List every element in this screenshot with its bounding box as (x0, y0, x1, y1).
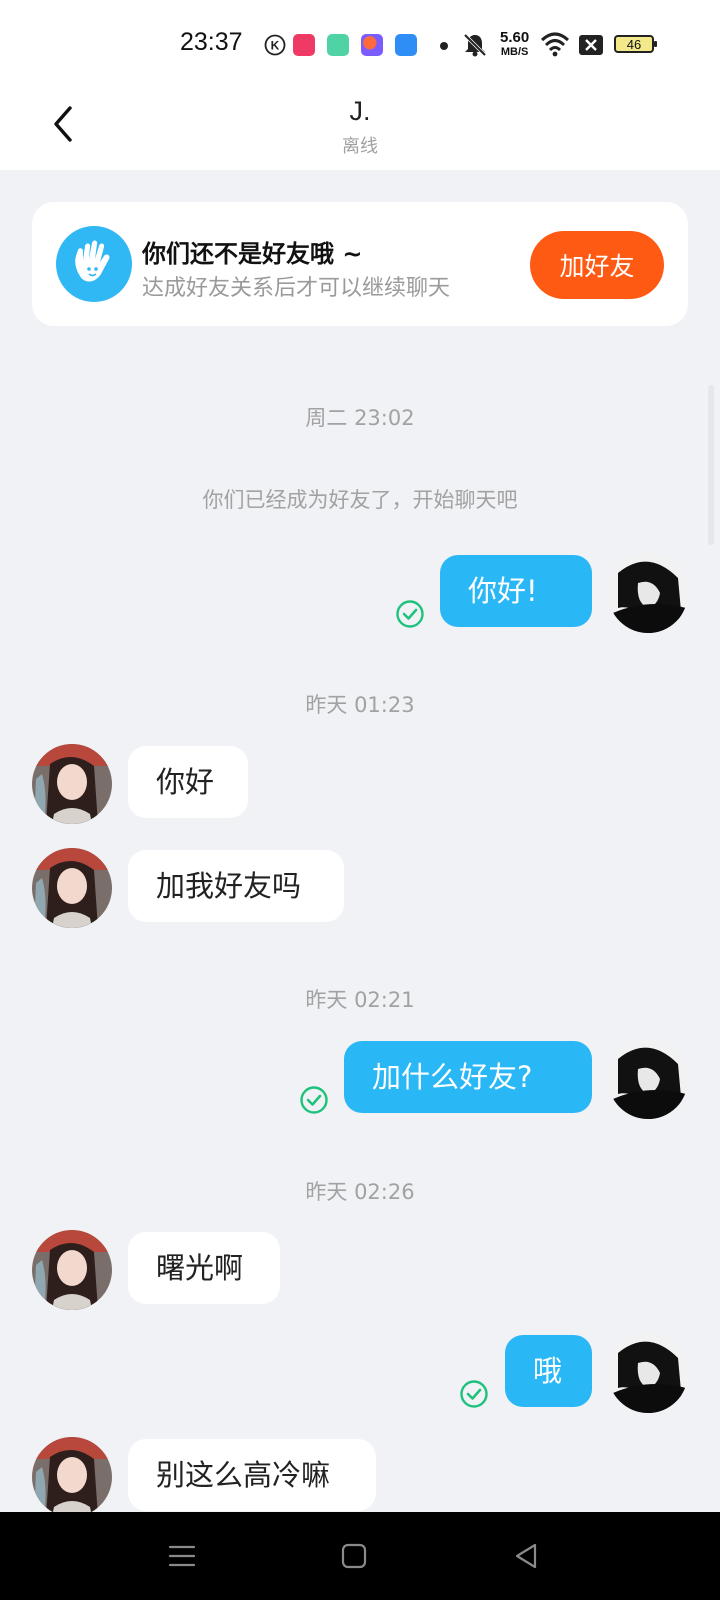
mute-bell-icon (463, 33, 487, 57)
waving-hand-icon (56, 226, 132, 302)
back-triangle-icon[interactable] (510, 1540, 542, 1572)
contact-avatar[interactable] (32, 1230, 112, 1310)
network-speed-unit: MB/S (500, 46, 529, 58)
no-sim-icon (579, 35, 603, 55)
files-app-icon (395, 34, 417, 56)
time-divider: 昨天 02:26 (305, 1180, 415, 1204)
message-bubble-sent[interactable]: 哦 (505, 1335, 592, 1407)
wifi-icon (540, 32, 570, 57)
message-bubble-received[interactable]: 曙光啊 (128, 1232, 280, 1304)
battery-indicator: 46 (614, 35, 657, 53)
message-bubble-sent[interactable]: 加什么好友? (344, 1041, 592, 1113)
read-check-icon (300, 1086, 328, 1114)
time-divider: 昨天 01:23 (305, 693, 415, 717)
network-speed-value: 5.60 (500, 29, 530, 46)
time-divider: 周二 23:02 (305, 406, 415, 430)
card-title: 你们还不是好友哦 ~ (142, 240, 363, 268)
home-icon[interactable] (338, 1540, 370, 1572)
system-navigation-bar (0, 1512, 720, 1600)
my-avatar[interactable] (608, 1039, 688, 1119)
add-friend-card: 你们还不是好友哦 ~ 达成好友关系后才可以继续聊天 加好友 (32, 202, 688, 326)
network-speed: 5.60 MB/S (500, 29, 530, 59)
add-friend-button[interactable]: 加好友 (530, 231, 664, 299)
card-subtitle: 达成好友关系后才可以继续聊天 (142, 276, 451, 301)
status-time: 23:37 (180, 28, 243, 56)
download-app-icon (327, 34, 349, 56)
contact-avatar[interactable] (32, 848, 112, 928)
chat-header: J. 离线 (0, 90, 720, 170)
contact-avatar[interactable] (32, 744, 112, 824)
my-avatar[interactable] (608, 553, 688, 633)
time-divider: 昨天 02:21 (305, 988, 415, 1012)
contact-status: 离线 (342, 136, 378, 157)
message-bubble-received[interactable]: 你好 (128, 746, 248, 818)
k-app-icon: K (264, 34, 286, 56)
contact-name[interactable]: J. (0, 96, 720, 127)
menu-icon[interactable] (166, 1540, 198, 1572)
message-bubble-sent[interactable]: 你好! (440, 555, 592, 627)
contact-avatar[interactable] (32, 1437, 112, 1517)
message-bubble-received[interactable]: 别这么高冷嘛 (128, 1439, 376, 1511)
video-app-icon (293, 34, 315, 56)
status-bar: 23:37 K 5.60 MB/S 46 (0, 0, 720, 90)
my-avatar[interactable] (608, 1333, 688, 1413)
read-check-icon (460, 1380, 488, 1408)
svg-text:K: K (271, 39, 280, 53)
read-check-icon (396, 600, 424, 628)
dot-icon (440, 42, 448, 50)
system-message: 你们已经成为好友了，开始聊天吧 (202, 488, 518, 512)
message-bubble-received[interactable]: 加我好友吗 (128, 850, 344, 922)
paint-app-icon (361, 34, 383, 56)
